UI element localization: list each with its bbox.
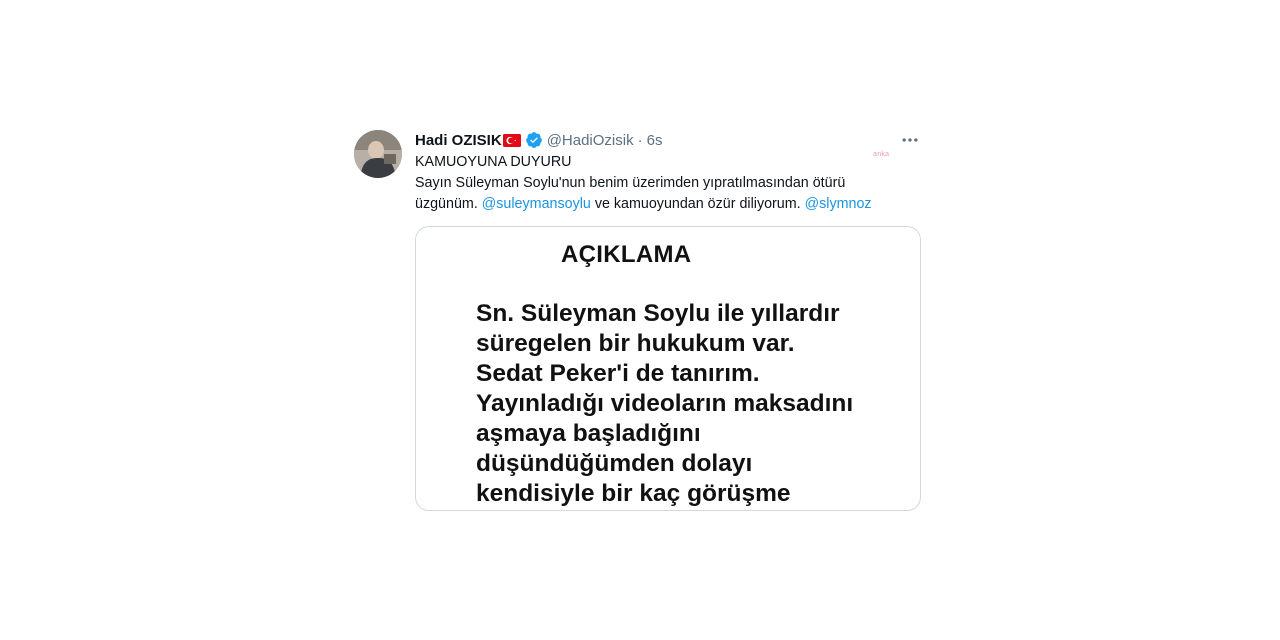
tweet-text-body: Sayın Süleyman Soylu'nun benim üzerimden… [415,173,905,215]
tweet-text-part-b: ve kamuoyundan özür diliyorum. [590,196,805,212]
turkey-flag-icon [502,133,521,147]
tweet-text: KAMUOYUNA DUYURU Sayın Süleyman Soylu'nu… [415,152,905,215]
display-name[interactable]: Hadi OZISIK [415,132,502,149]
tweet-media-image[interactable]: AÇIKLAMA Sn. Süleyman Soylu ile yıllardı… [415,226,921,511]
mention-link-slymnoz[interactable]: @slymnoz [805,196,872,212]
media-line: aşmaya başladığını [476,420,701,447]
verified-badge-icon [525,132,542,148]
media-line: düşündüğümden dolayı [476,450,753,477]
media-line: kendisiyle bir kaç görüşme [476,480,791,507]
tweet-card[interactable]: Hadi OZISIK @HadiOzisik · 6s KAMUOYUNA D… [354,128,922,518]
tweet-content: Hadi OZISIK @HadiOzisik · 6s KAMUOYUNA D… [415,128,922,215]
timestamp[interactable]: 6s [647,132,663,149]
media-line: Yayınladığı videoların maksadını [476,390,854,417]
media-line: Sn. Süleyman Soylu ile yıllardır [476,300,840,327]
separator-dot: · [637,131,643,149]
avatar-photo-icon [354,130,402,178]
mention-link-suleymansoylu[interactable]: @suleymansoylu [482,196,591,212]
handle[interactable]: @HadiOzisik [547,132,634,149]
media-text: Sn. Süleyman Soylu ile yıllardır süregel… [476,299,916,509]
more-horizontal-icon [902,138,918,142]
media-title: AÇIKLAMA [561,241,692,268]
tweet-header: Hadi OZISIK @HadiOzisik · 6s [415,128,922,152]
media-line: süregelen bir hukukum var. [476,330,795,357]
more-options-button[interactable] [898,128,922,152]
avatar[interactable] [354,130,402,178]
media-line: Sedat Peker'i de tanırım. [476,360,760,387]
tweet-text-heading: KAMUOYUNA DUYURU [415,154,572,170]
watermark-logo: anka [873,151,890,158]
